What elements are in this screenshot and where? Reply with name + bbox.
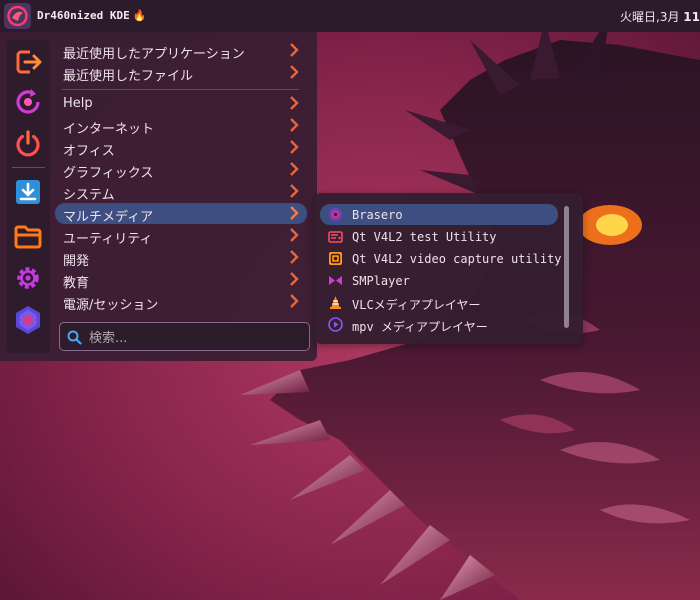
download-icon (16, 180, 40, 204)
submenu-item-label: Qt V4L2 video capture utility (352, 252, 562, 266)
app-center-button[interactable] (12, 304, 44, 336)
dragon-logo-icon (7, 5, 28, 27)
submenu-item-qt-v4l2-capture[interactable]: Qt V4L2 video capture utility (320, 248, 562, 269)
menu-item-development[interactable]: 開発 (55, 247, 307, 269)
menu-item-label: グラフィックス (63, 166, 154, 181)
flame-icon: 🔥 (132, 9, 147, 22)
logout-button[interactable] (12, 46, 44, 78)
menu-item-label: 教育 (63, 276, 90, 291)
chevron-right-icon (290, 228, 299, 242)
submenu-item-label: VLCメディアプレイヤー (352, 298, 481, 312)
clock-date: 火曜日,3月 (620, 10, 680, 24)
downloads-button[interactable] (12, 176, 44, 208)
menu-separator (62, 89, 299, 90)
application-menu: 最近使用したアプリケーション 最近使用したファイル Help インターネット オ… (0, 32, 317, 361)
power-icon (16, 130, 40, 157)
menu-item-internet[interactable]: インターネット (55, 115, 307, 137)
search-input[interactable] (87, 327, 306, 349)
menu-item-label: システム (63, 188, 115, 203)
clock[interactable]: 火曜日,3月 11 (620, 8, 700, 25)
menu-item-recent-files[interactable]: 最近使用したファイル (55, 62, 307, 84)
submenu-item-brasero[interactable]: Brasero (320, 204, 558, 225)
submenu-item-smplayer[interactable]: SMPlayer (320, 270, 558, 291)
menu-item-label: Help (63, 96, 93, 111)
submenu-item-mpv[interactable]: mpv メディアプレイヤー (320, 314, 558, 335)
restart-button[interactable] (12, 86, 44, 118)
menu-item-label: 最近使用したアプリケーション (63, 47, 245, 62)
menu-item-system[interactable]: システム (55, 181, 307, 203)
submenu-item-vlc[interactable]: VLCメディアプレイヤー (320, 292, 558, 313)
submenu-scrollbar[interactable] (564, 206, 569, 328)
menu-item-education[interactable]: 教育 (55, 269, 307, 291)
menu-item-graphics[interactable]: グラフィックス (55, 159, 307, 181)
menu-item-label: 開発 (63, 254, 90, 269)
hexagon-icon (16, 306, 40, 334)
menu-item-label: マルチメディア (63, 210, 154, 225)
top-panel: Dr460nized KDE 🔥 火曜日,3月 11 (0, 0, 700, 32)
chevron-right-icon (290, 65, 299, 79)
multimedia-submenu: Brasero Qt V4L2 test Utility Qt V4L2 vid… (314, 193, 583, 344)
submenu-item-qt-v4l2-test[interactable]: Qt V4L2 test Utility (320, 226, 558, 247)
submenu-item-label: Qt V4L2 test Utility (352, 230, 497, 244)
menu-item-label: インターネット (63, 122, 155, 137)
brasero-icon (329, 208, 342, 221)
menu-item-label: 電源/セッション (63, 298, 159, 313)
search-icon (67, 330, 82, 345)
menu-item-label: ユーティリティ (63, 232, 153, 247)
sidebar-separator (12, 167, 45, 168)
menu-item-label: 最近使用したファイル (63, 69, 194, 84)
menu-item-label: オフィス (63, 144, 115, 159)
menu-item-help[interactable]: Help (55, 93, 307, 114)
files-button[interactable] (12, 220, 44, 252)
settings-button[interactable] (12, 262, 44, 294)
menu-item-recent-apps[interactable]: 最近使用したアプリケーション (55, 40, 307, 62)
chevron-right-icon (290, 162, 299, 176)
mpv-icon (328, 317, 343, 332)
restart-icon (16, 89, 40, 114)
distro-name-label: Dr460nized KDE 🔥 (37, 9, 146, 22)
menu-item-utilities[interactable]: ユーティリティ (55, 225, 307, 247)
clock-day: 11 (683, 10, 700, 24)
chevron-right-icon (290, 184, 299, 198)
chevron-right-icon (290, 206, 299, 220)
menu-item-multimedia[interactable]: マルチメディア (55, 203, 307, 225)
submenu-item-label: Brasero (352, 208, 403, 222)
v4l2-capture-icon (329, 252, 342, 265)
chevron-right-icon (290, 294, 299, 308)
chevron-right-icon (290, 250, 299, 264)
shutdown-button[interactable] (12, 128, 44, 160)
chevron-right-icon (290, 43, 299, 57)
folder-icon (14, 225, 42, 249)
gear-icon (17, 267, 39, 289)
logout-icon (16, 50, 42, 74)
search-box[interactable] (59, 322, 310, 351)
chevron-right-icon (290, 140, 299, 154)
vlc-icon (330, 296, 341, 309)
menu-item-office[interactable]: オフィス (55, 137, 307, 159)
menu-sidebar (7, 40, 50, 353)
distro-name-text: Dr460nized KDE (37, 9, 130, 22)
submenu-item-label: SMPlayer (352, 274, 410, 288)
chevron-right-icon (290, 96, 299, 110)
smplayer-icon (329, 276, 342, 285)
application-launcher-button[interactable] (4, 3, 31, 29)
submenu-item-label: mpv メディアプレイヤー (352, 320, 488, 334)
menu-item-power-session[interactable]: 電源/セッション (55, 291, 307, 313)
chevron-right-icon (290, 272, 299, 286)
v4l2-test-icon (328, 231, 343, 243)
chevron-right-icon (290, 118, 299, 132)
